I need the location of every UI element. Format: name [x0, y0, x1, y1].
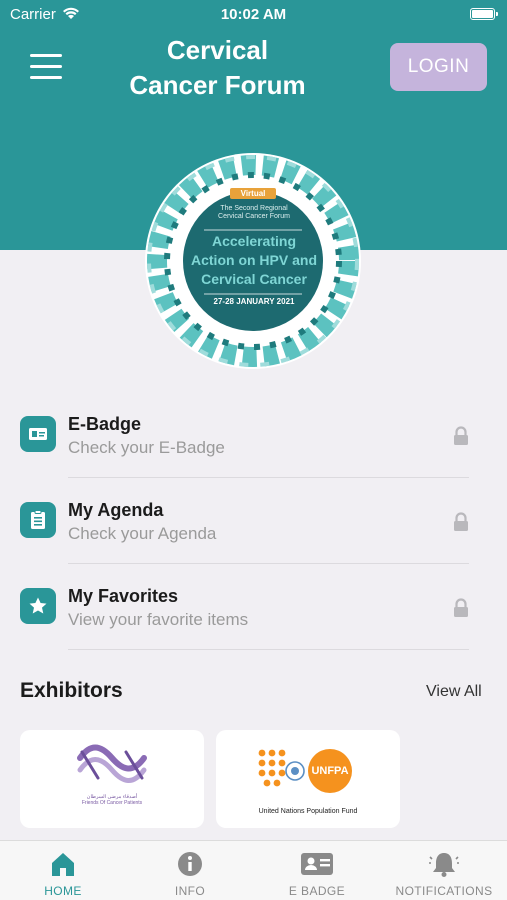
unfpa-logo-text: UNFPA [308, 749, 352, 793]
tab-label: INFO [174, 884, 206, 898]
menu-item-title: E-Badge [68, 414, 142, 434]
status-bar: Carrier 10:02 AM [0, 0, 507, 30]
star-icon [20, 588, 56, 624]
hamburger-menu-icon[interactable] [30, 54, 62, 80]
tab-label: E BADGE [288, 884, 346, 898]
app-title-line1: Cervical [166, 35, 269, 65]
lock-icon [454, 598, 468, 617]
event-theme: Accelerating Action on HPV and Cervical … [190, 232, 318, 289]
event-theme-line1: Accelerating [211, 233, 297, 249]
menu-item-my-favorites[interactable]: My Favorites View your favorite items [0, 564, 507, 650]
menu-item-subtitle: Check your E-Badge [68, 438, 225, 457]
menu-item-title: My Favorites [68, 586, 179, 606]
event-dates: 27-28 JANUARY 2021 [213, 297, 295, 306]
app-title-line2: Cancer Forum [129, 70, 306, 100]
bell-icon [429, 853, 459, 877]
event-subtitle: The Second Regional Cervical Cancer Foru… [196, 205, 312, 221]
menu-item-my-agenda[interactable]: My Agenda Check your Agenda [0, 478, 507, 564]
lock-icon [454, 426, 468, 445]
tab-label: NOTIFICATIONS [395, 884, 493, 898]
exhibitor-caption: United Nations Population Fund [258, 808, 358, 815]
event-subtitle-line1: The Second Regional [220, 205, 288, 212]
view-all-link[interactable]: View All [426, 683, 482, 701]
tab-label: HOME [44, 884, 82, 898]
tab-e-badge[interactable]: E BADGE [254, 841, 380, 900]
exhibitors-heading: Exhibitors [20, 679, 123, 702]
battery-icon [470, 8, 498, 20]
bottom-tab-bar: HOME INFO E BADGE NOTIFICATIONS [0, 840, 507, 900]
tab-home[interactable]: HOME [0, 841, 126, 900]
feature-list: E-Badge Check your E-Badge My Agenda Che… [0, 392, 507, 650]
virtual-tag: Virtual [230, 188, 276, 199]
exhibitor-card-unfpa[interactable]: UNFPA United Nations Population Fund [216, 730, 400, 828]
app-title: Cervical Cancer Forum [110, 33, 325, 103]
event-logo: Virtual The Second Regional Cervical Can… [142, 150, 364, 372]
menu-item-e-badge[interactable]: E-Badge Check your E-Badge [0, 392, 507, 478]
menu-item-subtitle: Check your Agenda [68, 524, 217, 543]
event-theme-line3: Cervical Cancer [201, 271, 307, 287]
id-card-icon [20, 416, 56, 452]
tab-notifications[interactable]: NOTIFICATIONS [381, 841, 507, 900]
event-logo-text: Virtual The Second Regional Cervical Can… [186, 188, 322, 324]
id-card-icon [301, 853, 333, 875]
lock-icon [454, 512, 468, 531]
menu-item-title: My Agenda [68, 500, 164, 520]
home-icon [52, 853, 74, 876]
info-icon [178, 852, 202, 876]
clipboard-icon [20, 502, 56, 538]
status-time: 10:02 AM [220, 6, 287, 23]
login-button[interactable]: LOGIN [390, 43, 487, 91]
divider [68, 649, 469, 650]
menu-item-subtitle: View your favorite items [68, 610, 249, 629]
exhibitor-card-friends-of-cancer-patients[interactable]: أصدقاء مرضى السرطان Friends Of Cancer Pa… [20, 730, 204, 828]
exhibitor-caption: أصدقاء مرضى السرطان Friends Of Cancer Pa… [20, 794, 204, 806]
tab-info[interactable]: INFO [127, 841, 253, 900]
exhibitor-english-name: Friends Of Cancer Patients [81, 800, 143, 806]
event-theme-line2: Action on HPV and [191, 252, 317, 268]
event-subtitle-line2: Cervical Cancer Forum [218, 213, 290, 220]
fcp-logo [77, 744, 147, 783]
